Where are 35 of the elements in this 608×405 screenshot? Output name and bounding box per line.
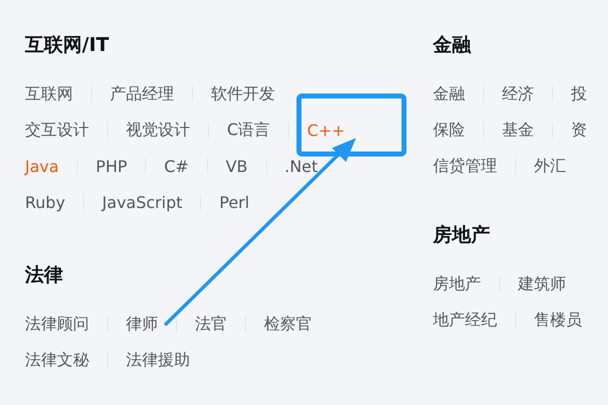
section-heading: 房地产 xyxy=(433,223,491,248)
section-heading: 互联网/IT xyxy=(25,33,110,58)
category-link[interactable]: 经济 xyxy=(502,84,534,104)
category-link[interactable]: 保险 xyxy=(433,120,465,140)
category-link[interactable]: Ruby xyxy=(25,192,66,212)
category-link[interactable]: 基金 xyxy=(502,120,534,140)
category-link[interactable]: 律师 xyxy=(126,314,158,334)
category-link[interactable]: 售楼员 xyxy=(534,310,582,330)
category-link[interactable]: .Net xyxy=(284,156,318,176)
section-heading: 法律 xyxy=(25,263,64,288)
category-link[interactable]: VB xyxy=(226,156,248,176)
category-link[interactable]: 检察官 xyxy=(264,314,312,334)
category-link[interactable]: 建筑师 xyxy=(518,274,566,294)
category-link[interactable]: 外汇 xyxy=(534,156,566,176)
category-link[interactable]: 软件开发 xyxy=(211,84,275,104)
section-heading: 金融 xyxy=(433,33,472,58)
category-link[interactable]: 法律文秘 xyxy=(25,350,89,370)
category-link[interactable]: 房地产 xyxy=(433,274,481,294)
category-link[interactable]: 投 xyxy=(571,84,587,104)
category-link[interactable]: 法律援助 xyxy=(126,350,190,370)
category-link[interactable]: Perl xyxy=(219,192,250,212)
category-link[interactable]: 金融 xyxy=(433,84,465,104)
category-link[interactable]: 信贷管理 xyxy=(433,156,497,176)
category-link[interactable]: PHP xyxy=(96,156,128,176)
category-link[interactable]: 产品经理 xyxy=(110,84,174,104)
category-link[interactable]: C语言 xyxy=(227,120,270,140)
category-link[interactable]: 资 xyxy=(571,120,587,140)
category-link[interactable]: 互联网 xyxy=(25,84,73,104)
category-link[interactable]: 交互设计 xyxy=(25,120,89,140)
category-link[interactable]: C# xyxy=(164,156,189,176)
category-link[interactable]: 法官 xyxy=(195,314,227,334)
category-link[interactable]: 法律顾问 xyxy=(25,314,89,334)
category-link[interactable]: JavaScript xyxy=(102,192,182,212)
category-link[interactable]: 地产经纪 xyxy=(433,310,497,330)
category-link[interactable]: 视觉设计 xyxy=(126,120,190,140)
